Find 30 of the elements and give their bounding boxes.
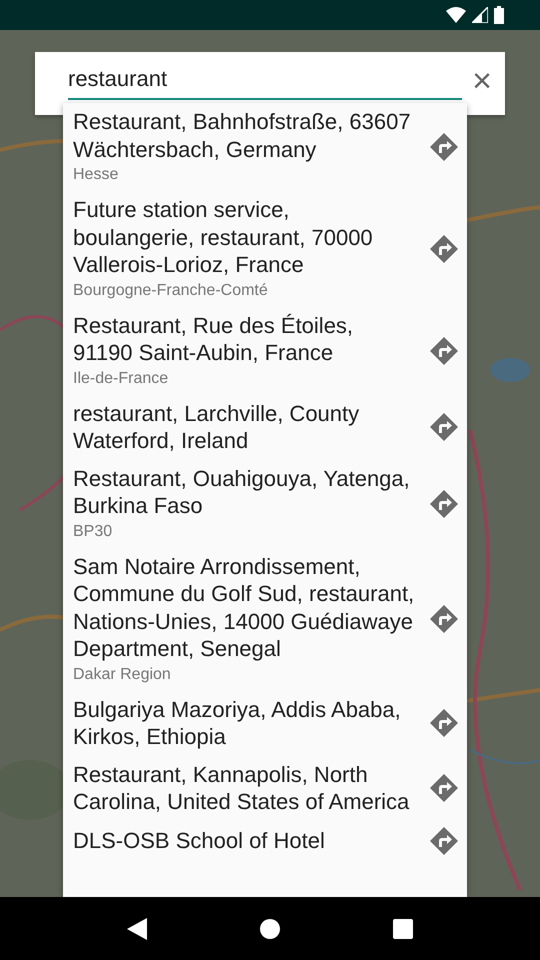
- recents-icon[interactable]: [393, 918, 414, 938]
- result-title[interactable]: Future station service, boulangerie, restaurant, 70000 Vallerois-Lorioz, France: [73, 196, 415, 278]
- result-title[interactable]: Restaurant, Ouahigouya, Yatenga, Burkina Faso: [73, 464, 415, 520]
- directions-icon[interactable]: [429, 412, 459, 442]
- result-title[interactable]: Sam Notaire Arrondissement, Commune du Golf Sud, restaurant, Nations-Unies, 14000 Guédiawaye Department, Senegal: [73, 552, 415, 662]
- directions-icon[interactable]: [429, 826, 459, 856]
- result-title[interactable]: restaurant, Larchville, County Waterford, Ireland: [73, 400, 415, 454]
- battery-icon: [494, 6, 504, 24]
- signal-icon: [472, 7, 488, 23]
- result-region: Ile-de-France: [73, 368, 170, 388]
- wifi-icon: [446, 7, 466, 23]
- directions-icon[interactable]: [429, 708, 459, 738]
- result-region: Bourgogne-Franche-Comté: [73, 280, 269, 300]
- result-title[interactable]: DLS-OSB School of Hotel: [73, 826, 415, 854]
- directions-icon[interactable]: [429, 604, 459, 634]
- result-region: BP30: [73, 522, 114, 542]
- directions-icon[interactable]: [429, 336, 459, 366]
- result-title[interactable]: Restaurant, Kannapolis, North Carolina, United States of America: [73, 760, 415, 816]
- back-icon[interactable]: [126, 918, 147, 940]
- search-field[interactable]: restaurant: [68, 64, 462, 100]
- directions-icon[interactable]: [429, 234, 459, 264]
- directions-icon[interactable]: [429, 132, 459, 162]
- directions-icon[interactable]: [429, 488, 459, 518]
- close-button[interactable]: ×: [467, 66, 497, 96]
- result-region: Hesse: [73, 165, 120, 185]
- result-title[interactable]: Bulgariya Mazoriya, Addis Ababa, Kirkos, Ethiopia: [73, 696, 415, 750]
- result-region: Dakar Region: [73, 664, 172, 684]
- directions-icon[interactable]: [429, 773, 459, 803]
- home-icon[interactable]: [260, 918, 280, 938]
- result-title[interactable]: Restaurant, Rue des Étoiles, 91190 Saint-Aubin, France: [73, 312, 415, 366]
